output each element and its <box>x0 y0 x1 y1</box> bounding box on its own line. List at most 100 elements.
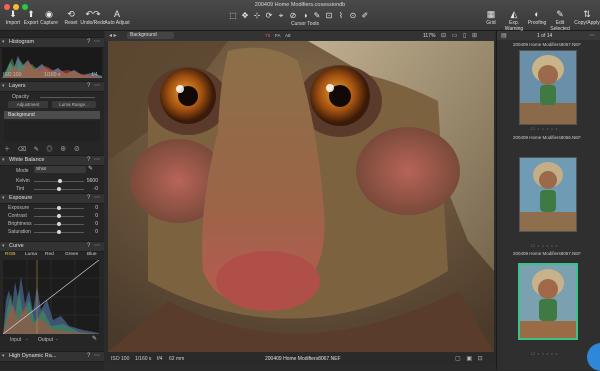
luma-range-button[interactable]: Luma Range... <box>52 101 96 108</box>
kelvin-slider-knob[interactable] <box>58 179 62 183</box>
cursor-tool-pan[interactable]: ✥ <box>240 11 250 21</box>
exposure-warning-button[interactable]: ◭ Exp. Warning <box>500 9 528 32</box>
proofing-icon: ◐ <box>534 9 540 19</box>
copy-apply-icon: ⇅ <box>583 9 591 19</box>
cursor-tool-mask[interactable]: ⊡ <box>324 11 334 21</box>
curve-graph[interactable] <box>3 260 99 334</box>
photo-troll-face <box>108 41 494 352</box>
opacity-slider[interactable] <box>40 97 95 98</box>
curve-tabs: RGB Luma Red Green Blue <box>3 252 101 259</box>
auto-adjust-button[interactable]: A Auto Adjust <box>104 9 130 26</box>
viewer-toolbar: ◂ ▸ Background T8 FA A8 117% ⊟ ▭ ▯ ⊞ <box>105 31 495 41</box>
zoom-level[interactable]: 117% <box>423 33 435 39</box>
panel-tools-icon[interactable]: ? ⋯ <box>87 156 101 163</box>
contrast-label: Contrast <box>8 213 27 219</box>
status-view-icons[interactable]: ▢ ▣ ⊡ <box>455 355 485 362</box>
cursor-tool-gradient[interactable]: ⌇ <box>336 11 346 21</box>
cursor-tool-rotate[interactable]: ⟳ <box>264 11 274 21</box>
brightness-slider-knob[interactable] <box>57 222 61 226</box>
panel-tools-icon[interactable]: ? ⋯ <box>87 242 101 249</box>
thumbnail-1[interactable] <box>519 50 577 125</box>
saturation-slider-knob[interactable] <box>57 230 61 234</box>
contrast-value[interactable]: 0 <box>84 213 98 219</box>
curve-header[interactable]: ▾ Curve ? ⋯ <box>0 241 104 252</box>
cursor-tool-crop[interactable]: ⌖ <box>276 11 286 21</box>
thumb-2-rating[interactable]: ☐ • • • • • <box>531 243 558 248</box>
kelvin-value[interactable]: 5600 <box>84 178 98 184</box>
cursor-tool-spot[interactable]: ◑ <box>300 11 310 21</box>
browser-filter-icon[interactable]: ▤ <box>501 32 507 39</box>
panel-tools-icon[interactable]: ? ⋯ <box>87 38 101 45</box>
opacity-label: Opacity <box>12 94 29 100</box>
thumb-3-rating[interactable]: ☐ • • • • • <box>531 351 558 356</box>
proofing-button[interactable]: ◐ Proofing <box>526 9 548 26</box>
exposure-value[interactable]: 0 <box>84 205 98 211</box>
viewer-nav-icon[interactable]: ◂ ▸ <box>109 32 117 39</box>
status-bar: ISO 100 1/160 s f/4 62 mm 200409 Home Mo… <box>105 354 495 364</box>
panel-tools-icon[interactable]: ? ⋯ <box>87 194 101 201</box>
wb-mode-label: Mode <box>16 168 29 174</box>
cursor-tool-select[interactable]: ⬚ <box>228 11 238 21</box>
panel-tools-icon[interactable]: ? ⋯ <box>87 82 101 89</box>
tool-panel: ▾ Histogram ? ⋯ ISO 100 1/160 s f/4 ▾ La… <box>0 31 104 370</box>
view-mode-icons[interactable]: ⊟ ▭ ▯ ⊞ <box>441 32 479 39</box>
edit-selected-button[interactable]: ✎ Edit Selected <box>546 9 574 32</box>
tint-label: Tint <box>16 186 25 192</box>
cursor-tool-annotate[interactable]: ✐ <box>360 11 370 21</box>
tint-value[interactable]: -0 <box>84 186 98 192</box>
curve-output-label: Output <box>38 337 54 343</box>
panel-tools-icon[interactable]: ? ⋯ <box>87 352 101 359</box>
capture-button[interactable]: ◉ Capture <box>38 9 60 26</box>
curve-tab-blue[interactable]: Blue <box>87 252 97 257</box>
brightness-label: Brightness <box>8 221 32 227</box>
curve-tab-rgb[interactable]: RGB <box>5 252 15 257</box>
exposure-slider-knob[interactable] <box>57 206 61 210</box>
cursor-tool-picker[interactable]: ⊙ <box>348 11 358 21</box>
histogram-aperture: f/4 <box>92 72 98 78</box>
window-title: 200409 Home Modifiers.cosessiondb <box>254 2 346 8</box>
reset-button[interactable]: ⟲ Reset <box>60 9 82 26</box>
histogram-header[interactable]: ▾ Histogram ? ⋯ <box>0 37 104 48</box>
adjustment-dropdown[interactable]: Adjustment <box>8 101 48 108</box>
cursor-tool-brush[interactable]: ✎ <box>312 11 322 21</box>
browser-counter: 1 of 14 <box>537 33 553 39</box>
variant-name-field[interactable]: Background <box>127 32 174 39</box>
curve-picker-icon[interactable]: ✎ <box>92 335 97 342</box>
status-focal: 62 mm <box>169 356 185 362</box>
browser-menu-icon[interactable]: ⋯ <box>589 32 595 39</box>
collapse-chevron-icon: ▾ <box>2 83 5 89</box>
collapse-chevron-icon: ▾ <box>2 39 5 45</box>
wb-mode-select[interactable]: Shot <box>34 166 86 173</box>
layer-background-row[interactable]: Background <box>4 111 100 119</box>
undo-redo-button[interactable]: ↶↷ Undo/Redo <box>80 9 106 26</box>
thumb-1-rating[interactable]: ☐ • • • • • <box>531 126 558 131</box>
thumb-2-name: 200409 Home Modifiers8066.NEF <box>513 135 582 140</box>
curve-input-value: - <box>26 337 28 343</box>
help-globe-icon[interactable] <box>587 343 600 371</box>
curve-tab-green[interactable]: Green <box>65 252 78 257</box>
saturation-value[interactable]: 0 <box>84 229 98 235</box>
histogram-title: Histogram <box>9 39 35 45</box>
thumbnail-3-selected[interactable] <box>518 263 578 340</box>
layer-actions-icon[interactable]: ＋ ⌫ ✎ ◎ ⊕ ⊘ <box>4 144 83 153</box>
exposure-title: Exposure <box>9 195 33 201</box>
cursor-tool-keystone[interactable]: ⊘ <box>288 11 298 21</box>
title-bar: 200409 Home Modifiers.cosessiondb ⬇ Impor… <box>0 0 600 32</box>
exposure-header[interactable]: ▾ Exposure ? ⋯ <box>0 193 104 204</box>
thumbnail-2[interactable] <box>519 157 577 232</box>
brightness-value[interactable]: 0 <box>84 221 98 227</box>
grid-button[interactable]: ▦ Grid <box>482 9 500 26</box>
tint-slider-knob[interactable] <box>57 187 61 191</box>
image-viewer[interactable] <box>108 41 494 352</box>
copy-apply-button[interactable]: ⇅ Copy/Apply <box>574 9 600 26</box>
layers-header[interactable]: ▾ Layers ? ⋯ <box>0 81 104 92</box>
collapse-chevron-icon: ▾ <box>2 353 5 359</box>
hdr-header[interactable]: ▾ High Dynamic Ra... ? ⋯ <box>0 351 104 362</box>
curve-tab-luma[interactable]: Luma <box>25 252 37 257</box>
eyedropper-icon[interactable]: ✎ <box>88 165 93 172</box>
contrast-slider-knob[interactable] <box>57 214 61 218</box>
curve-output-value: - <box>56 337 58 343</box>
status-iso: ISO 100 <box>111 356 130 362</box>
curve-tab-red[interactable]: Red <box>45 252 54 257</box>
cursor-tool-zoom[interactable]: ⊹ <box>252 11 262 21</box>
